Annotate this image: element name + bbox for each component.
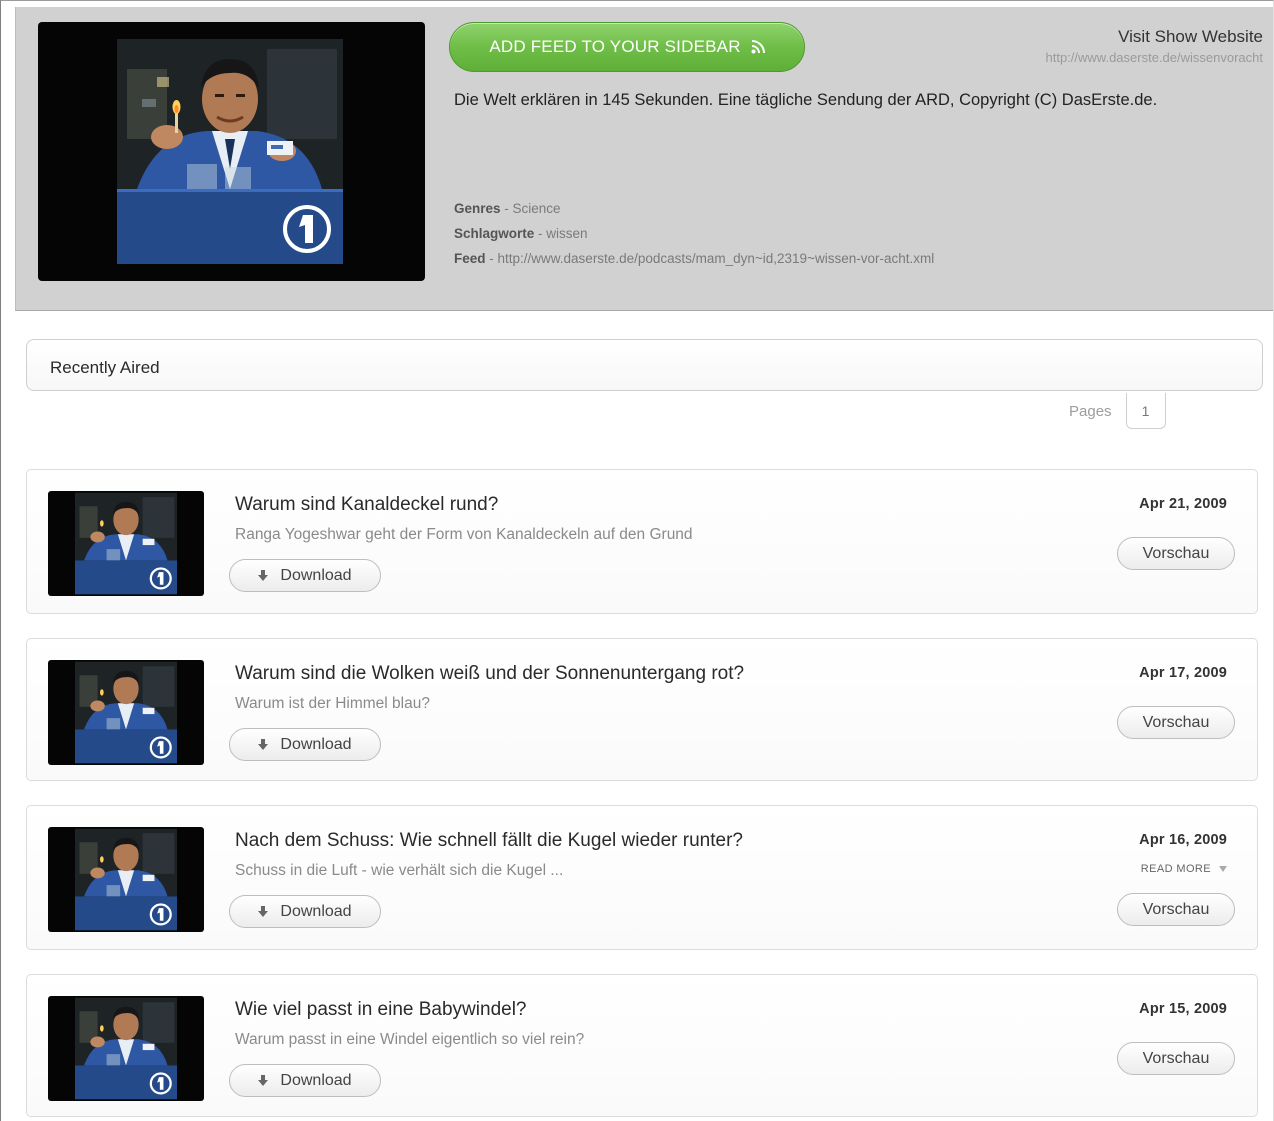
preview-button[interactable]: Vorschau (1117, 893, 1235, 926)
download-button[interactable]: Download (229, 728, 381, 761)
episode-thumbnail[interactable] (48, 827, 204, 932)
visit-show-website-link[interactable]: Visit Show Website (1046, 27, 1263, 47)
feed-label: Feed (454, 251, 486, 266)
episode-card: Wie viel passt in eine Babywindel? Warum… (26, 974, 1258, 1117)
download-label: Download (280, 1071, 352, 1089)
tags-label: Schlagworte (454, 226, 535, 241)
episode-thumbnail-image (75, 661, 177, 764)
show-header: ADD FEED TO YOUR SIDEBAR Visit Show Webs… (15, 7, 1273, 311)
presenter-image (117, 39, 343, 264)
download-button[interactable]: Download (229, 1064, 381, 1097)
episode-title[interactable]: Wie viel passt in eine Babywindel? (235, 999, 527, 1021)
pages-label: Pages (1069, 402, 1112, 420)
genres-label: Genres (454, 201, 501, 216)
page-frame: ADD FEED TO YOUR SIDEBAR Visit Show Webs… (0, 0, 1274, 1121)
episode-thumbnail-image (75, 828, 177, 931)
pagination: Pages 1 (1069, 393, 1166, 429)
download-button[interactable]: Download (229, 895, 381, 928)
download-label: Download (280, 566, 352, 584)
episode-date: Apr 16, 2009 (1139, 832, 1227, 848)
download-arrow-icon (258, 906, 269, 917)
preview-button[interactable]: Vorschau (1117, 706, 1235, 739)
episode-date: Apr 21, 2009 (1139, 496, 1227, 512)
download-arrow-icon (258, 739, 269, 750)
visit-show-website[interactable]: Visit Show Website http://www.daserste.d… (1046, 27, 1264, 65)
download-arrow-icon (258, 570, 269, 581)
chevron-down-icon (1219, 866, 1227, 872)
recently-aired-header: Recently Aired (26, 339, 1263, 391)
download-label: Download (280, 735, 352, 753)
episode-subtitle: Warum passt in eine Windel eigentlich so… (235, 1031, 585, 1048)
episode-thumbnail[interactable] (48, 491, 204, 596)
preview-button[interactable]: Vorschau (1117, 1042, 1235, 1075)
genres-row: Genres - Science (454, 201, 561, 216)
episode-title[interactable]: Warum sind Kanaldeckel rund? (235, 494, 498, 516)
show-metadata: Genres - Science Schlagworte - wissen Fe… (454, 196, 934, 271)
feed-url[interactable]: http://www.daserste.de/podcasts/mam_dyn~… (498, 251, 935, 266)
episode-title[interactable]: Nach dem Schuss: Wie schnell fällt die K… (235, 830, 743, 852)
episode-card: Nach dem Schuss: Wie schnell fällt die K… (26, 805, 1258, 950)
episode-subtitle: Schuss in die Luft - wie verhält sich di… (235, 862, 564, 879)
episode-subtitle: Warum ist der Himmel blau? (235, 695, 430, 712)
page-1-button[interactable]: 1 (1125, 393, 1166, 429)
show-artwork (38, 22, 425, 281)
episode-date: Apr 15, 2009 (1139, 1001, 1227, 1017)
episode-subtitle: Ranga Yogeshwar geht der Form von Kanald… (235, 526, 693, 543)
episode-thumbnail[interactable] (48, 996, 204, 1101)
show-website-url[interactable]: http://www.daserste.de/wissenvoracht (1046, 50, 1264, 65)
episode-title[interactable]: Warum sind die Wolken weiß und der Sonne… (235, 663, 744, 685)
episode-card: Warum sind Kanaldeckel rund? Ranga Yoges… (26, 469, 1258, 614)
download-label: Download (280, 902, 352, 920)
rss-icon (751, 40, 765, 54)
episode-card: Warum sind die Wolken weiß und der Sonne… (26, 638, 1258, 781)
download-arrow-icon (258, 1075, 269, 1086)
genres-value[interactable]: Science (513, 201, 561, 216)
show-artwork-image (117, 39, 343, 264)
section-title: Recently Aired (50, 358, 160, 377)
feed-row: Feed - http://www.daserste.de/podcasts/m… (454, 251, 935, 266)
download-button[interactable]: Download (229, 559, 381, 592)
tags-row: Schlagworte - wissen (454, 226, 588, 241)
read-more-label: READ MORE (1140, 863, 1211, 875)
show-description: Die Welt erklären in 145 Sekunden. Eine … (454, 91, 1158, 109)
episode-thumbnail-image (75, 492, 177, 595)
preview-button[interactable]: Vorschau (1117, 537, 1235, 570)
episode-thumbnail-image (75, 997, 177, 1100)
add-feed-button[interactable]: ADD FEED TO YOUR SIDEBAR (449, 22, 805, 72)
episode-date: Apr 17, 2009 (1139, 665, 1227, 681)
episode-thumbnail[interactable] (48, 660, 204, 765)
add-feed-label: ADD FEED TO YOUR SIDEBAR (489, 37, 741, 56)
tags-value[interactable]: wissen (546, 226, 587, 241)
read-more-link[interactable]: READ MORE (1141, 863, 1227, 875)
